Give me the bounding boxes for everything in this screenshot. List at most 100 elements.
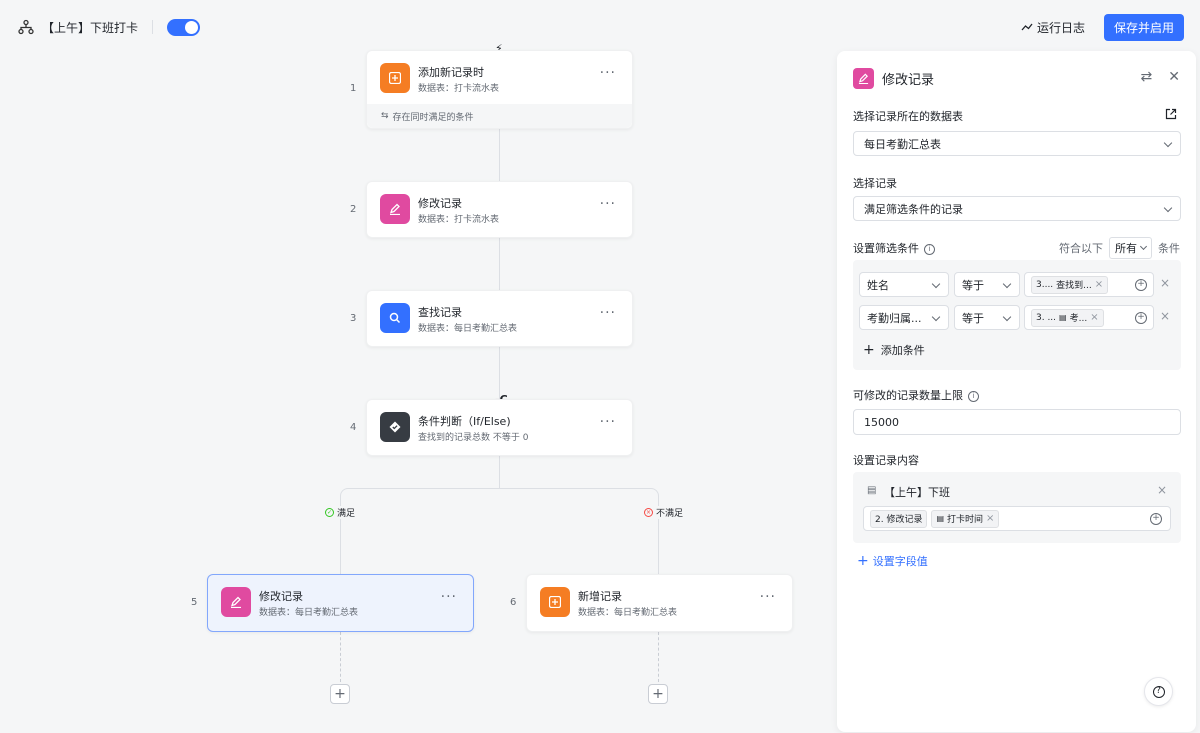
value-tag-field: 考... [1069,314,1088,324]
node-subtitle: 数据表：每日考勤汇总表 [578,608,678,618]
edit-icon [380,194,410,224]
delete-condition-icon[interactable]: × [1160,276,1170,290]
open-external-icon[interactable] [1165,108,1177,120]
more-icon[interactable]: ··· [441,589,457,605]
flow-canvas[interactable]: ⚡ -C 1 添加新记录时 数据表：打卡流水表 ··· ⇆ 存在同时满足的条件 … [0,40,836,733]
step-number: 2 [350,204,357,215]
node-condition-text: 存在同时满足的条件 [392,112,474,123]
remove-tag-icon[interactable]: × [986,513,994,524]
limit-label-text: 可修改的记录数量上限 [853,389,963,402]
connector [658,518,659,574]
step-number: 6 [510,597,517,608]
help-button[interactable]: ? [1144,677,1173,706]
condition-field-select[interactable]: 考勤归属... [859,305,949,330]
value-tag: 3. ... ▤ 考... × [1031,308,1104,327]
field-table-icon: ▤ [1059,313,1067,322]
record-select[interactable]: 满足筛选条件的记录 [853,196,1181,221]
run-log-button[interactable]: 运行日志 [1021,19,1085,36]
delete-condition-icon[interactable]: × [1160,309,1170,323]
plus-icon: + [863,342,875,358]
step-number: 4 [350,422,357,433]
add-step-button[interactable]: + [330,684,350,704]
node-update-record-selected[interactable]: 修改记录 数据表：每日考勤汇总表 ··· [207,574,474,632]
diamond-check-icon [380,412,410,442]
panel-header: 修改记录 [853,68,934,89]
value-tag-field-text: 打卡时间 [947,515,984,525]
field-table-icon: ▤ [936,514,945,523]
connector [499,129,500,181]
record-label: 选择记录 [853,177,897,190]
workflow-title[interactable]: 【上午】下班打卡 [42,19,138,36]
node-update-record[interactable]: 修改记录 数据表：打卡流水表 ··· [366,181,633,238]
more-icon[interactable]: ··· [600,414,616,430]
branch-right [499,488,659,518]
value-tag-step: 2. 修改记录 [870,509,928,528]
record-content-box: ▤ 【上午】下班 × 2. 修改记录 ▤ 打卡时间 × + [853,472,1181,543]
chevron-down-icon [931,312,941,322]
remove-tag-icon[interactable]: × [1095,279,1103,290]
limit-input[interactable]: 15000 [853,409,1181,435]
record-select-value: 满足筛选条件的记录 [864,202,963,216]
field-table-icon: ▤ [867,485,877,496]
condition-field-select[interactable]: 姓名 [859,272,949,297]
limit-value: 15000 [864,415,899,429]
add-circle-icon[interactable]: + [1135,278,1147,291]
value-tag-step-text: 2. 修改记录 [875,515,923,525]
switch-icon[interactable]: ⇄ [1141,69,1153,85]
match-select[interactable]: 所有 [1109,237,1152,259]
node-subtitle: 查找到的记录总数 不等于 0 [418,433,529,443]
value-tag-field: 查找到... [1056,281,1092,291]
divider [152,20,154,34]
remove-tag-icon[interactable]: × [1090,312,1098,323]
connector [499,238,500,290]
add-circle-icon[interactable]: + [1150,512,1162,525]
content-field-name: 【上午】下班 [884,486,950,499]
set-field-value-button[interactable]: + 设置字段值 [857,553,928,569]
condition-operator-select[interactable]: 等于 [954,272,1020,297]
branch-left [340,488,500,518]
close-icon[interactable]: ✕ [1168,69,1180,85]
node-add-record[interactable]: 新增记录 数据表：每日考勤汇总表 ··· [526,574,793,632]
more-icon[interactable]: ··· [600,196,616,212]
content-label: 设置记录内容 [853,454,919,467]
step-number: 5 [191,597,198,608]
enable-toggle[interactable] [167,18,201,36]
condition-field: 姓名 [867,278,889,292]
check-circle-icon: ✓ [325,508,334,517]
x-circle-icon: × [644,508,653,517]
condition-operator-select[interactable]: 等于 [954,305,1020,330]
table-select[interactable]: 每日考勤汇总表 [853,131,1181,156]
node-find-record[interactable]: 查找记录 数据表：每日考勤汇总表 ··· [366,290,633,347]
node-title: 条件判断（If/Else) [418,415,511,428]
edit-icon [853,68,874,89]
info-icon[interactable]: i [924,243,935,255]
save-enable-button[interactable]: 保存并启用 [1103,13,1184,41]
value-tag-field: ▤ 打卡时间 × [931,509,1000,528]
node-subtitle: 数据表：每日考勤汇总表 [418,324,518,334]
node-trigger[interactable]: 添加新记录时 数据表：打卡流水表 ··· ⇆ 存在同时满足的条件 [366,50,633,129]
chevron-down-icon [1002,312,1012,322]
content-value-input[interactable]: 2. 修改记录 ▤ 打卡时间 × + [863,506,1171,531]
condition-value-input[interactable]: 3. ... ▤ 考... × + [1024,305,1154,330]
add-condition-button[interactable]: + 添加条件 [863,342,925,358]
more-icon[interactable]: ··· [760,589,776,605]
more-icon[interactable]: ··· [600,305,616,321]
node-subtitle: 数据表：每日考勤汇总表 [259,608,359,618]
add-step-button[interactable]: + [648,684,668,704]
condition-value-input[interactable]: 3.... 查找到... × + [1024,272,1154,297]
add-condition-label: 添加条件 [880,344,925,357]
remove-field-icon[interactable]: × [1157,483,1167,497]
node-condition[interactable]: 条件判断（If/Else) 查找到的记录总数 不等于 0 ··· [366,399,633,456]
panel-title: 修改记录 [882,73,935,88]
info-icon[interactable]: i [968,390,979,402]
table-select-value: 每日考勤汇总表 [864,137,941,151]
add-circle-icon[interactable]: + [1135,311,1147,324]
node-subtitle: 数据表：打卡流水表 [418,215,500,225]
trend-icon [1021,23,1033,31]
condition-operator: 等于 [962,278,984,292]
plus-icon: + [857,553,869,569]
branch-yes-label: ✓ 满足 [323,506,358,519]
value-tag-step: 3. ... [1036,312,1057,323]
chevron-down-icon [931,279,941,289]
more-icon[interactable]: ··· [600,65,616,81]
